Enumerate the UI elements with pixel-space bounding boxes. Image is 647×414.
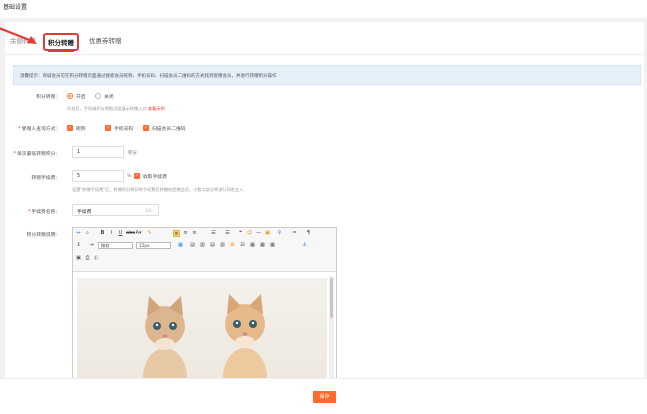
rich-text-editor[interactable]: ⇔ ⌕ B I U abc A▾ ✎ ≡ ≡ ≡ ☰ ☰ ❝ ☺ — ▣ ⚲ ♒…: [72, 227, 337, 402]
page-title: 基础设置: [3, 4, 28, 11]
checkbox-nickname[interactable]: ✓: [67, 125, 73, 131]
radio-enable[interactable]: [67, 93, 73, 99]
min-points-label-text: 单次最低转赠积分:: [17, 152, 57, 157]
min-points-label: *单次最低转赠积分:: [13, 152, 57, 157]
checkbox-qrcode-label: 扫描会员二维码: [152, 127, 186, 132]
horizontal-rule-icon[interactable]: —: [255, 230, 262, 237]
editor-toolbar: ⇔ ⌕ B I U abc A▾ ✎ ≡ ≡ ≡ ☰ ☰ ❝ ☺ — ▣ ⚲ ♒…: [73, 228, 336, 272]
search-method-label-text: 受赠人查询方式:: [21, 127, 57, 132]
unordered-list-icon[interactable]: ☰: [224, 230, 231, 237]
strikethrough-icon[interactable]: abc: [126, 230, 135, 237]
fee-unit: %: [127, 174, 132, 179]
quote-icon[interactable]: ❝: [237, 230, 244, 237]
annotation-arrow-icon: [0, 27, 37, 44]
format-brush-icon[interactable]: ♒: [291, 230, 298, 237]
ordered-list-icon[interactable]: ☰: [210, 230, 217, 237]
merge-cells-icon[interactable]: ⊞: [229, 242, 236, 249]
insert-col-icon[interactable]: ▥: [199, 242, 206, 249]
insert-table-icon[interactable]: ▦: [177, 242, 184, 249]
checkbox-qrcode[interactable]: ✓: [143, 125, 149, 131]
switch-hint: 开启后，手机端积分明细页面展示转赠入口 查看示例: [67, 106, 165, 112]
min-points-input[interactable]: 1: [72, 146, 124, 158]
emoji-icon[interactable]: ☺: [246, 230, 253, 237]
align-center-icon[interactable]: ≡: [182, 230, 189, 237]
checkbox-nickname-label: 昵称: [76, 127, 86, 132]
table-props-icon[interactable]: ▦: [249, 242, 256, 249]
insert-image-icon[interactable]: ▣: [75, 255, 82, 262]
line-height-icon[interactable]: ↕: [75, 242, 82, 249]
checkbox-charge-fee-label: 收取手续费: [143, 175, 167, 180]
notice-banner: 温馨提示：商城会员可在积分转赠页面通过搜索会员昵称、手机号码、扫描会员二维码的方…: [13, 65, 641, 85]
footer-bar: 保存: [0, 378, 647, 414]
editor-scrollbar-thumb[interactable]: [330, 278, 333, 318]
radio-disable[interactable]: [95, 93, 101, 99]
radio-enable-label: 开启: [76, 95, 86, 100]
checkbox-phone-label: 手机号码: [114, 127, 134, 132]
insert-row-icon[interactable]: ▤: [189, 242, 196, 249]
split-cells-icon[interactable]: ⊟: [239, 242, 246, 249]
fee-hint: 设置"转赠手续费"后，转赠积分将扣除手续费后转赠给受赠会员，小数点部分将进行四舍…: [72, 187, 244, 192]
anchor-icon[interactable]: ⚓: [301, 242, 308, 249]
bold-icon[interactable]: B: [99, 230, 106, 237]
fee-name-counter: 3/6: [145, 208, 152, 213]
tab-coupon-transfer[interactable]: 优惠券转赠: [89, 35, 122, 45]
cell-props-icon[interactable]: ▦: [259, 242, 266, 249]
radio-disable-label: 关闭: [104, 95, 114, 100]
min-points-unit: 积分: [128, 151, 137, 156]
settings-card: 余额转赠 积分转赠 优惠券转赠 温馨提示：商城会员可在积分转赠页面通过搜索会员昵…: [0, 22, 644, 402]
checkbox-charge-fee[interactable]: ✓: [134, 173, 140, 179]
preview-icon[interactable]: ◧: [93, 255, 100, 262]
align-right-icon[interactable]: ≡: [191, 230, 198, 237]
paragraph-format-icon[interactable]: ¶: [305, 230, 312, 237]
delete-row-icon[interactable]: ▤: [209, 242, 216, 249]
source-icon[interactable]: ⇔: [75, 230, 82, 237]
fee-input[interactable]: 5: [72, 170, 124, 182]
view-example-link[interactable]: 查看示例: [148, 106, 165, 111]
fee-name-label-text: 手续费名称:: [31, 210, 57, 215]
highlight-color-icon[interactable]: ✎: [146, 230, 153, 237]
italic-icon[interactable]: I: [108, 230, 115, 237]
underline-icon[interactable]: U: [117, 230, 124, 237]
tab-bar: 余额转赠 积分转赠 优惠券转赠: [0, 22, 644, 55]
switch-hint-text: 开启后，手机端积分明细页面展示转赠入口: [67, 106, 147, 111]
switch-label: 积分转赠:: [36, 95, 57, 100]
print-icon[interactable]: ⎙: [84, 255, 91, 262]
delete-col-icon[interactable]: ▥: [219, 242, 226, 249]
checkbox-phone[interactable]: ✓: [105, 125, 111, 131]
fee-label: 转赠手续费:: [31, 176, 57, 181]
align-left-icon[interactable]: ≡: [173, 230, 180, 237]
top-bar: 基础设置: [0, 0, 647, 18]
description-label: 积分转赠说明:: [26, 233, 57, 238]
save-button[interactable]: 保存: [313, 391, 336, 403]
indent-icon[interactable]: ⇥: [88, 242, 95, 249]
find-icon[interactable]: ⌕: [84, 230, 91, 237]
font-family-select[interactable]: 微软: [98, 242, 133, 249]
image-icon[interactable]: ▣: [264, 230, 271, 237]
font-size-select[interactable]: 12px: [136, 242, 171, 249]
font-color-icon[interactable]: A▾: [135, 230, 142, 237]
link-icon[interactable]: ⚲: [276, 230, 283, 237]
delete-table-icon[interactable]: ▦: [269, 242, 276, 249]
search-method-label: *受赠人查询方式:: [18, 127, 57, 132]
fee-name-label: *手续费名称:: [27, 210, 57, 215]
